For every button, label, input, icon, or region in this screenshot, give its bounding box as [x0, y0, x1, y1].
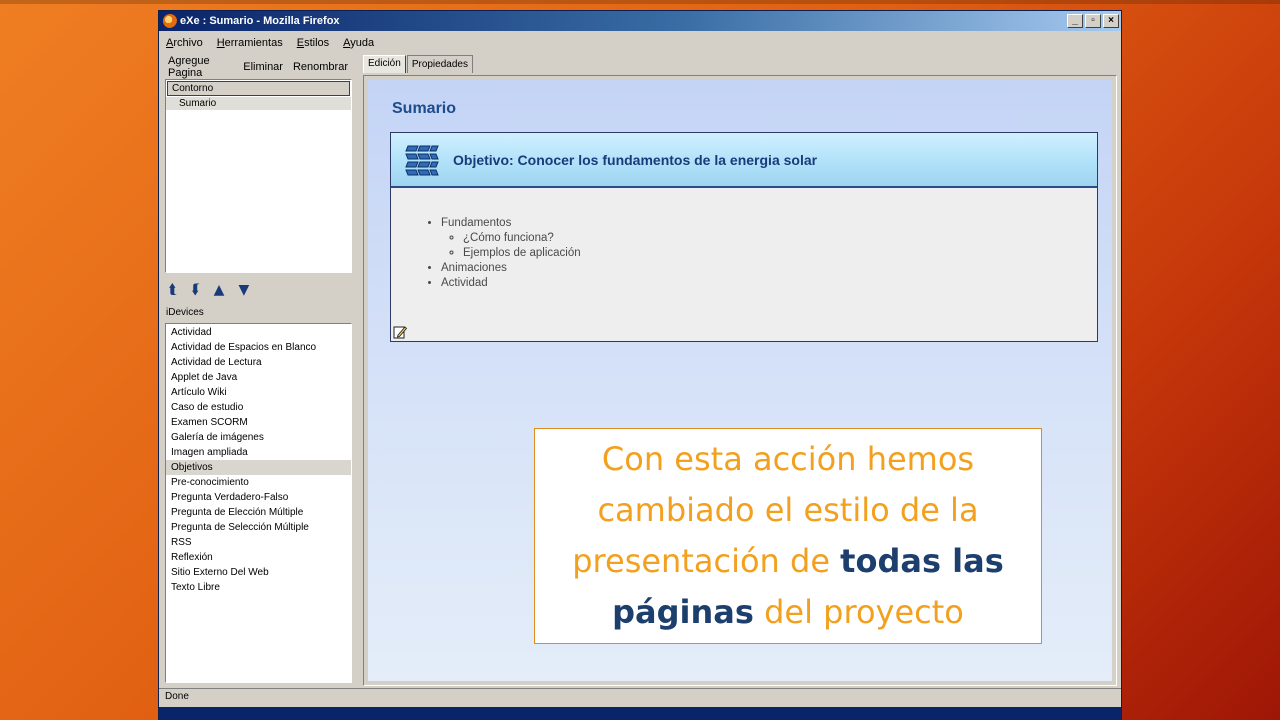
- list-item[interactable]: Pre-conocimiento: [166, 475, 351, 490]
- list-item[interactable]: Reflexión: [166, 550, 351, 565]
- delete-page-button[interactable]: Eliminar: [238, 61, 288, 73]
- add-page-button[interactable]: Agregue Pagina: [163, 55, 238, 79]
- list-item[interactable]: Artículo Wiki: [166, 385, 351, 400]
- outline-toolbar: Agregue Pagina Eliminar Renombrar: [163, 55, 353, 79]
- list-item-selected[interactable]: Objetivos: [166, 460, 351, 475]
- list-item-text: Fundamentos: [441, 217, 512, 229]
- list-item[interactable]: Pregunta Verdadero-Falso: [166, 490, 351, 505]
- list-item[interactable]: Imagen ampliada: [166, 445, 351, 460]
- outline-nav-arrows: ⮬ ⮮ ▲ ▼: [165, 279, 355, 301]
- list-item: Animaciones: [441, 261, 1097, 276]
- list-item[interactable]: Examen SCORM: [166, 415, 351, 430]
- list-item: Actividad: [441, 276, 1097, 291]
- menu-archivo[interactable]: Archivo: [159, 37, 210, 49]
- list-subitem: ¿Cómo funciona?: [463, 231, 1097, 246]
- idevice-body: Fundamentos ¿Cómo funciona? Ejemplos de …: [391, 188, 1097, 291]
- list-item[interactable]: Caso de estudio: [166, 400, 351, 415]
- list-item[interactable]: Pregunta de Selección Múltiple: [166, 520, 351, 535]
- outline-tree: Contorno Sumario: [165, 79, 352, 273]
- tab-edicion[interactable]: Edición: [363, 55, 406, 73]
- page-title: Sumario: [392, 100, 457, 117]
- menu-herramientas[interactable]: Herramientas: [210, 37, 290, 49]
- list-item[interactable]: RSS: [166, 535, 351, 550]
- window-controls: _ ▫ ×: [1067, 14, 1119, 28]
- idevices-label: iDevices: [166, 307, 204, 318]
- firefox-icon: [163, 14, 177, 28]
- background-band: [0, 0, 1280, 4]
- title-bar: eXe : Sumario - Mozilla Firefox _ ▫ ×: [159, 11, 1121, 31]
- list-item[interactable]: Actividad de Lectura: [166, 355, 351, 370]
- callout-text-b: del proyecto: [753, 593, 964, 631]
- list-subitem: Ejemplos de aplicación: [463, 246, 1097, 261]
- list-item[interactable]: Applet de Java: [166, 370, 351, 385]
- list-item[interactable]: Actividad de Espacios en Blanco: [166, 340, 351, 355]
- objectives-idevice: Objetivo: Conocer los fundamentos de la …: [390, 132, 1098, 342]
- status-bar: Done: [159, 688, 1121, 706]
- list-item: Fundamentos ¿Cómo funciona? Ejemplos de …: [441, 216, 1097, 261]
- move-up-icon[interactable]: ▲: [214, 282, 225, 298]
- list-item[interactable]: Sitio Externo Del Web: [166, 565, 351, 580]
- outline-header[interactable]: Contorno: [167, 81, 350, 96]
- list-item[interactable]: Actividad: [166, 325, 351, 340]
- promote-arrow-icon[interactable]: ⮬: [169, 282, 177, 298]
- idevices-list: Actividad Actividad de Espacios en Blanc…: [165, 323, 352, 683]
- edit-pencil-icon[interactable]: [393, 325, 407, 339]
- menu-ayuda[interactable]: Ayuda: [336, 37, 381, 49]
- idevice-header: Objetivo: Conocer los fundamentos de la …: [391, 133, 1097, 188]
- callout-text: Con esta acción hemos cambiado el estilo…: [553, 434, 1023, 638]
- rename-page-button[interactable]: Renombrar: [288, 61, 353, 73]
- maximize-button[interactable]: ▫: [1085, 14, 1101, 28]
- minimize-button[interactable]: _: [1067, 14, 1083, 28]
- list-item[interactable]: Texto Libre: [166, 580, 351, 595]
- outline-item-sumario[interactable]: Sumario: [166, 97, 351, 110]
- demote-arrow-icon[interactable]: ⮮: [191, 282, 199, 298]
- taskbar-strip: [159, 707, 1121, 720]
- list-item[interactable]: Galería de imágenes: [166, 430, 351, 445]
- tab-strip: Edición Propiedades: [363, 55, 474, 73]
- menu-bar: Archivo Herramientas Estilos Ayuda: [159, 32, 1121, 54]
- move-down-icon[interactable]: ▼: [238, 282, 249, 298]
- objectives-icon: [405, 145, 439, 175]
- menu-estilos[interactable]: Estilos: [290, 37, 336, 49]
- tab-propiedades[interactable]: Propiedades: [406, 55, 473, 73]
- idevice-title: Objetivo: Conocer los fundamentos de la …: [453, 151, 818, 168]
- list-item[interactable]: Pregunta de Elección Múltiple: [166, 505, 351, 520]
- annotation-callout: Con esta acción hemos cambiado el estilo…: [534, 428, 1042, 644]
- close-button[interactable]: ×: [1103, 14, 1119, 28]
- window-title: eXe : Sumario - Mozilla Firefox: [180, 15, 340, 27]
